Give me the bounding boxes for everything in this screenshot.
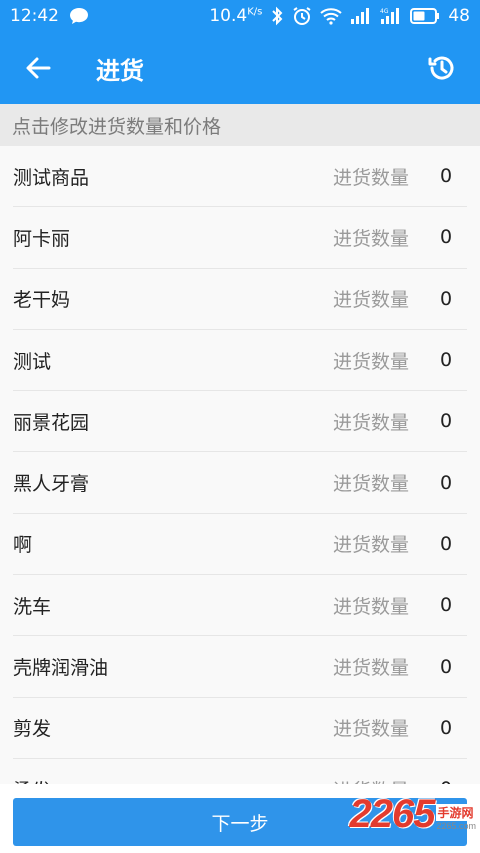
item-qty-label: 进货数量	[333, 166, 410, 189]
item-name: 阿卡丽	[13, 227, 71, 250]
svg-text:4G: 4G	[380, 8, 389, 15]
item-name: 烫发	[13, 776, 51, 784]
signal-4g-icon: 4G	[380, 7, 402, 25]
item-name: 测试商品	[13, 166, 90, 189]
speed-unit: K/s	[247, 6, 263, 18]
history-icon	[428, 56, 454, 80]
wifi-icon	[320, 7, 343, 25]
hint-bar: 点击修改进货数量和价格	[0, 104, 480, 146]
list-item[interactable]: 测试商品 进货数量 0	[13, 146, 467, 208]
item-qty-label: 进货数量	[333, 718, 410, 741]
next-step-button[interactable]: 下一步	[13, 798, 467, 846]
list-item[interactable]: 壳牌润滑油 进货数量 0	[13, 636, 467, 698]
item-qty-value[interactable]: 0	[440, 165, 452, 187]
item-qty-label: 进货数量	[333, 595, 410, 618]
item-qty-value[interactable]: 0	[440, 288, 452, 310]
page-title: 进货	[96, 56, 144, 85]
alarm-icon	[292, 6, 312, 26]
list-item[interactable]: 阿卡丽 进货数量 0	[13, 207, 467, 269]
item-name: 啊	[13, 534, 33, 557]
item-name: 黑人牙膏	[13, 473, 90, 496]
arrow-left-icon	[26, 57, 51, 79]
status-time: 12:42	[10, 6, 59, 26]
speed-value: 10.4	[209, 6, 248, 26]
list-item[interactable]: 丽景花园 进货数量 0	[13, 391, 467, 453]
back-button[interactable]	[0, 32, 76, 104]
goods-list[interactable]: 测试商品 进货数量 0 阿卡丽 进货数量 0 老干妈 进货数量 0 测试 进货数…	[0, 146, 480, 784]
item-qty-value[interactable]: 0	[440, 472, 452, 494]
item-qty-label: 进货数量	[333, 350, 410, 373]
item-qty-value[interactable]: 0	[440, 533, 452, 555]
item-qty-value[interactable]: 0	[440, 656, 452, 678]
item-qty-value[interactable]: 0	[440, 410, 452, 432]
item-qty-value[interactable]: 0	[440, 717, 452, 739]
network-speed: 10.4K/s	[209, 6, 262, 26]
list-item[interactable]: 老干妈 进货数量 0	[13, 269, 467, 330]
item-name: 测试	[13, 350, 52, 373]
app-bar: 进货	[0, 32, 480, 104]
item-qty-value[interactable]: 0	[440, 226, 452, 248]
item-name: 丽景花园	[13, 411, 90, 434]
item-qty-value[interactable]: 0	[440, 349, 452, 371]
status-bar: 12:42 10.4K/s 4G 48	[0, 0, 480, 32]
battery-level: 48	[448, 6, 470, 26]
item-qty-label: 进货数量	[333, 473, 410, 496]
list-item[interactable]: 烫发 进货数量 0	[13, 759, 467, 784]
bluetooth-icon	[270, 6, 284, 26]
bottom-action-area: 下一步 2265 手游网 2265.com	[0, 784, 480, 853]
item-name: 老干妈	[13, 289, 71, 312]
item-qty-value[interactable]: 0	[440, 594, 452, 616]
item-name: 剪发	[13, 718, 52, 741]
message-icon	[69, 7, 89, 25]
list-item[interactable]: 黑人牙膏 进货数量 0	[13, 452, 467, 514]
item-qty-label: 进货数量	[333, 411, 410, 434]
item-name: 壳牌润滑油	[13, 657, 109, 680]
list-item[interactable]: 啊 进货数量 0	[13, 514, 467, 576]
item-qty-label: 进货数量	[333, 776, 409, 784]
item-qty-label: 进货数量	[333, 534, 410, 557]
item-qty-label: 进货数量	[333, 657, 410, 680]
history-button[interactable]	[404, 32, 480, 104]
item-name: 洗车	[13, 595, 52, 618]
list-item[interactable]: 剪发 进货数量 0	[13, 698, 467, 759]
list-item[interactable]: 洗车 进货数量 0	[13, 575, 467, 637]
item-qty-label: 进货数量	[333, 289, 410, 312]
item-qty-label: 进货数量	[333, 227, 410, 250]
list-item[interactable]: 测试 进货数量 0	[13, 330, 467, 392]
battery-icon	[410, 8, 440, 24]
signal-icon-1	[350, 7, 372, 25]
